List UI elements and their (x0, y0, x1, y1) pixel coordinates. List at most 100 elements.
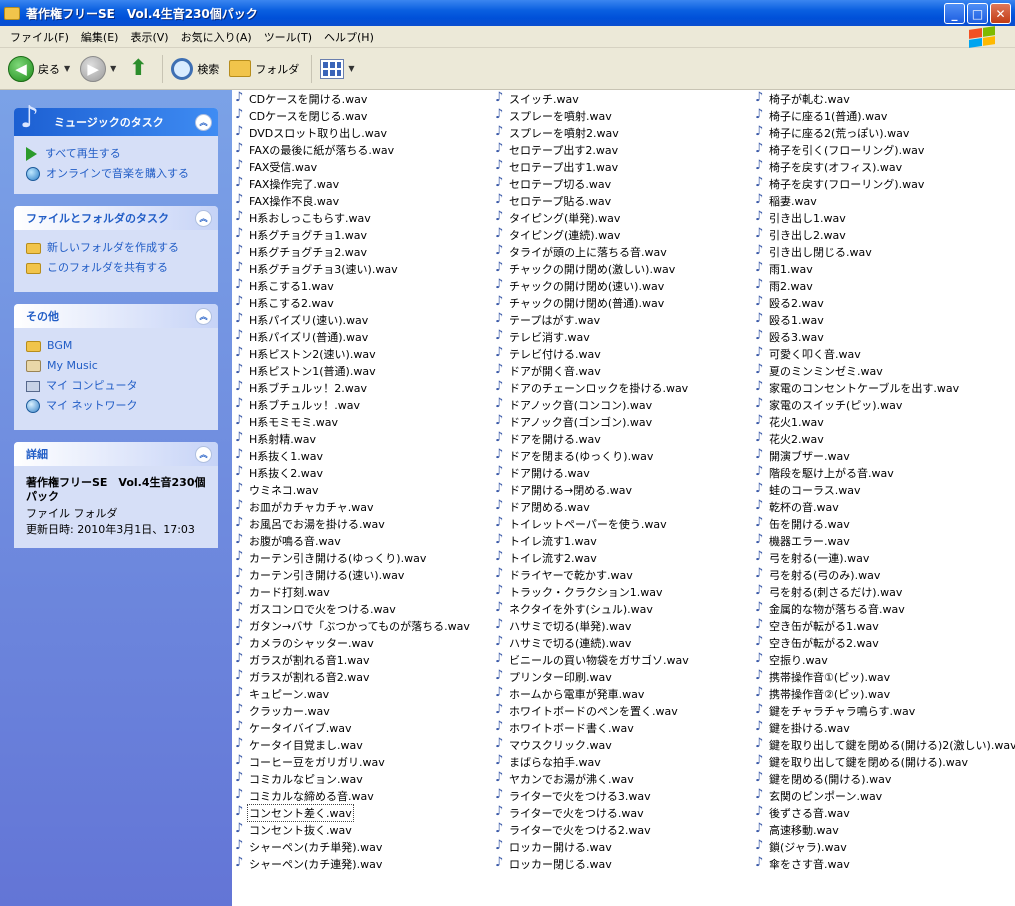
file-item[interactable]: 鎖(ジャラ).wav (755, 838, 1015, 855)
file-item[interactable]: テレビ付ける.wav (495, 345, 690, 362)
file-item[interactable]: 引き出し1.wav (755, 209, 1015, 226)
search-button[interactable]: 検索 (171, 57, 219, 80)
file-item[interactable]: H系グチョグチョ2.wav (235, 243, 471, 260)
share-folder-link[interactable]: このフォルダを共有する (26, 258, 208, 278)
file-item[interactable]: ガラスが割れる音1.wav (235, 651, 471, 668)
place-my-music-link[interactable]: My Music (26, 356, 208, 376)
file-item[interactable]: キュピーン.wav (235, 685, 471, 702)
menu-file[interactable]: ファイル(F) (4, 29, 75, 45)
file-item[interactable]: ホワイトボード書く.wav (495, 719, 690, 736)
file-item[interactable]: トイレットペーパーを使う.wav (495, 515, 690, 532)
file-item[interactable]: ライターで火をつける2.wav (495, 821, 690, 838)
file-item[interactable]: 空き缶が転がる2.wav (755, 634, 1015, 651)
file-item[interactable]: ガタン→バサ「ぶつかってものが落ちる.wav (235, 617, 471, 634)
file-item[interactable]: ケータイ目覚まし.wav (235, 736, 471, 753)
file-item[interactable]: スプレーを噴射2.wav (495, 124, 690, 141)
file-item[interactable]: 金属的な物が落ちる音.wav (755, 600, 1015, 617)
file-item[interactable]: ドアが開く音.wav (495, 362, 690, 379)
up-button[interactable]: ⬆ (126, 56, 150, 81)
file-item[interactable]: 殴る3.wav (755, 328, 1015, 345)
file-item[interactable]: トラック・クラクション1.wav (495, 583, 690, 600)
file-item[interactable]: タライが頭の上に落ちる音.wav (495, 243, 690, 260)
file-item[interactable]: カーテン引き開ける(速い).wav (235, 566, 471, 583)
file-item[interactable]: コンセント差く.wav (235, 803, 471, 822)
file-item[interactable]: ドア閉める.wav (495, 498, 690, 515)
file-item[interactable]: 椅子を戻す(フローリング).wav (755, 175, 1015, 192)
maximize-button[interactable]: □ (967, 3, 988, 24)
file-item[interactable]: 傘をさす音.wav (755, 855, 1015, 872)
file-item[interactable]: コミカルな締める音.wav (235, 787, 471, 804)
file-item[interactable]: ドライヤーで乾かす.wav (495, 566, 690, 583)
file-item[interactable]: ヤカンでお湯が沸く.wav (495, 770, 690, 787)
file-item[interactable]: 玄関のピンポーン.wav (755, 787, 1015, 804)
collapse-icon[interactable]: ︽ (195, 445, 212, 463)
menu-view[interactable]: 表示(V) (124, 29, 174, 45)
file-item[interactable]: チャックの開け閉め(激しい).wav (495, 260, 690, 277)
file-item[interactable]: 機器エラー.wav (755, 532, 1015, 549)
file-item[interactable]: H系ブチュルッ！2.wav (235, 379, 471, 396)
file-item[interactable]: 高速移動.wav (755, 821, 1015, 838)
chevron-down-icon[interactable]: ▼ (348, 64, 354, 73)
menu-favorites[interactable]: お気に入り(A) (175, 29, 258, 45)
place-my-network-link[interactable]: マイ ネットワーク (26, 396, 208, 416)
file-item[interactable]: 可愛く叩く音.wav (755, 345, 1015, 362)
file-item[interactable]: チャックの開け閉め(速い).wav (495, 277, 690, 294)
file-item[interactable]: 鍵を閉める(開ける).wav (755, 770, 1015, 787)
file-item[interactable]: ロッカー閉じる.wav (495, 855, 690, 872)
file-item[interactable]: テープはがす.wav (495, 311, 690, 328)
file-item[interactable]: ドアのチェーンロックを掛ける.wav (495, 379, 690, 396)
file-item[interactable]: 引き出し閉じる.wav (755, 243, 1015, 260)
file-item[interactable]: シャーペン(カチ連発).wav (235, 855, 471, 872)
file-item[interactable]: スイッチ.wav (495, 90, 690, 107)
menu-help[interactable]: ヘルプ(H) (318, 29, 380, 45)
file-item[interactable]: H系グチョグチョ1.wav (235, 226, 471, 243)
collapse-icon[interactable]: ︽ (195, 209, 212, 227)
file-item[interactable]: ビニールの買い物袋をガサゴソ.wav (495, 651, 690, 668)
place-bgm-link[interactable]: BGM (26, 336, 208, 356)
file-item[interactable]: ドア開ける.wav (495, 464, 690, 481)
file-item[interactable]: マウスクリック.wav (495, 736, 690, 753)
menu-tools[interactable]: ツール(T) (258, 29, 318, 45)
file-item[interactable]: 花火1.wav (755, 413, 1015, 430)
file-item[interactable]: 弓を射る(刺さるだけ).wav (755, 583, 1015, 600)
file-item[interactable]: 家電のコンセントケーブルを出す.wav (755, 379, 1015, 396)
file-item[interactable]: チャックの開け閉め(普通).wav (495, 294, 690, 311)
file-item[interactable]: H系パイズリ(普通).wav (235, 328, 471, 345)
file-item[interactable]: FAX操作完了.wav (235, 175, 471, 192)
file-item[interactable]: プリンター印刷.wav (495, 668, 690, 685)
file-list[interactable]: CDケースを開ける.wav CDケースを閉じる.wav DVDスロット取り出し.wa… (232, 90, 1015, 906)
file-item[interactable]: セロテープ出す1.wav (495, 158, 690, 175)
forward-button[interactable]: ▶ ▼ (80, 55, 116, 82)
file-item[interactable]: H系こする1.wav (235, 277, 471, 294)
file-item[interactable]: 雨1.wav (755, 260, 1015, 277)
file-item[interactable]: クラッカー.wav (235, 702, 471, 719)
file-item[interactable]: 引き出し2.wav (755, 226, 1015, 243)
file-item[interactable]: H系射精.wav (235, 430, 471, 447)
file-item[interactable]: 殴る2.wav (755, 294, 1015, 311)
file-item[interactable]: ネクタイを外す(シュル).wav (495, 600, 690, 617)
file-item[interactable]: まばらな拍手.wav (495, 753, 690, 770)
file-item[interactable]: 携帯操作音②(ピッ).wav (755, 685, 1015, 702)
file-item[interactable]: 椅子に座る2(荒っぽい).wav (755, 124, 1015, 141)
file-item[interactable]: 乾杯の音.wav (755, 498, 1015, 515)
file-item[interactable]: ドアノック音(コンコン).wav (495, 396, 690, 413)
file-item[interactable]: ハサミで切る(連続).wav (495, 634, 690, 651)
file-item[interactable]: シャーペン(カチ単発).wav (235, 838, 471, 855)
collapse-icon[interactable]: ︽ (195, 307, 212, 325)
file-item[interactable]: H系抜く1.wav (235, 447, 471, 464)
file-item[interactable]: 缶を開ける.wav (755, 515, 1015, 532)
file-item[interactable]: 雨2.wav (755, 277, 1015, 294)
file-item[interactable]: セロテープ貼る.wav (495, 192, 690, 209)
file-item[interactable]: H系モミモミ.wav (235, 413, 471, 430)
file-item[interactable]: タイピング(単発).wav (495, 209, 690, 226)
file-item[interactable]: タイピング(連続).wav (495, 226, 690, 243)
file-item[interactable]: 椅子を引く(フローリング).wav (755, 141, 1015, 158)
file-item[interactable]: 稲妻.wav (755, 192, 1015, 209)
file-item[interactable]: 家電のスイッチ(ピッ).wav (755, 396, 1015, 413)
music-tasks-header[interactable]: ♪ ミュージックのタスク ︽ (14, 100, 218, 136)
file-item[interactable]: 蛙のコーラス.wav (755, 481, 1015, 498)
file-item[interactable]: 鍵を取り出して鍵を閉める(開ける).wav (755, 753, 1015, 770)
file-item[interactable]: ドアノック音(ゴンゴン).wav (495, 413, 690, 430)
file-item[interactable]: ライターで火をつける.wav (495, 804, 690, 821)
file-item[interactable]: カーテン引き開ける(ゆっくり).wav (235, 549, 471, 566)
